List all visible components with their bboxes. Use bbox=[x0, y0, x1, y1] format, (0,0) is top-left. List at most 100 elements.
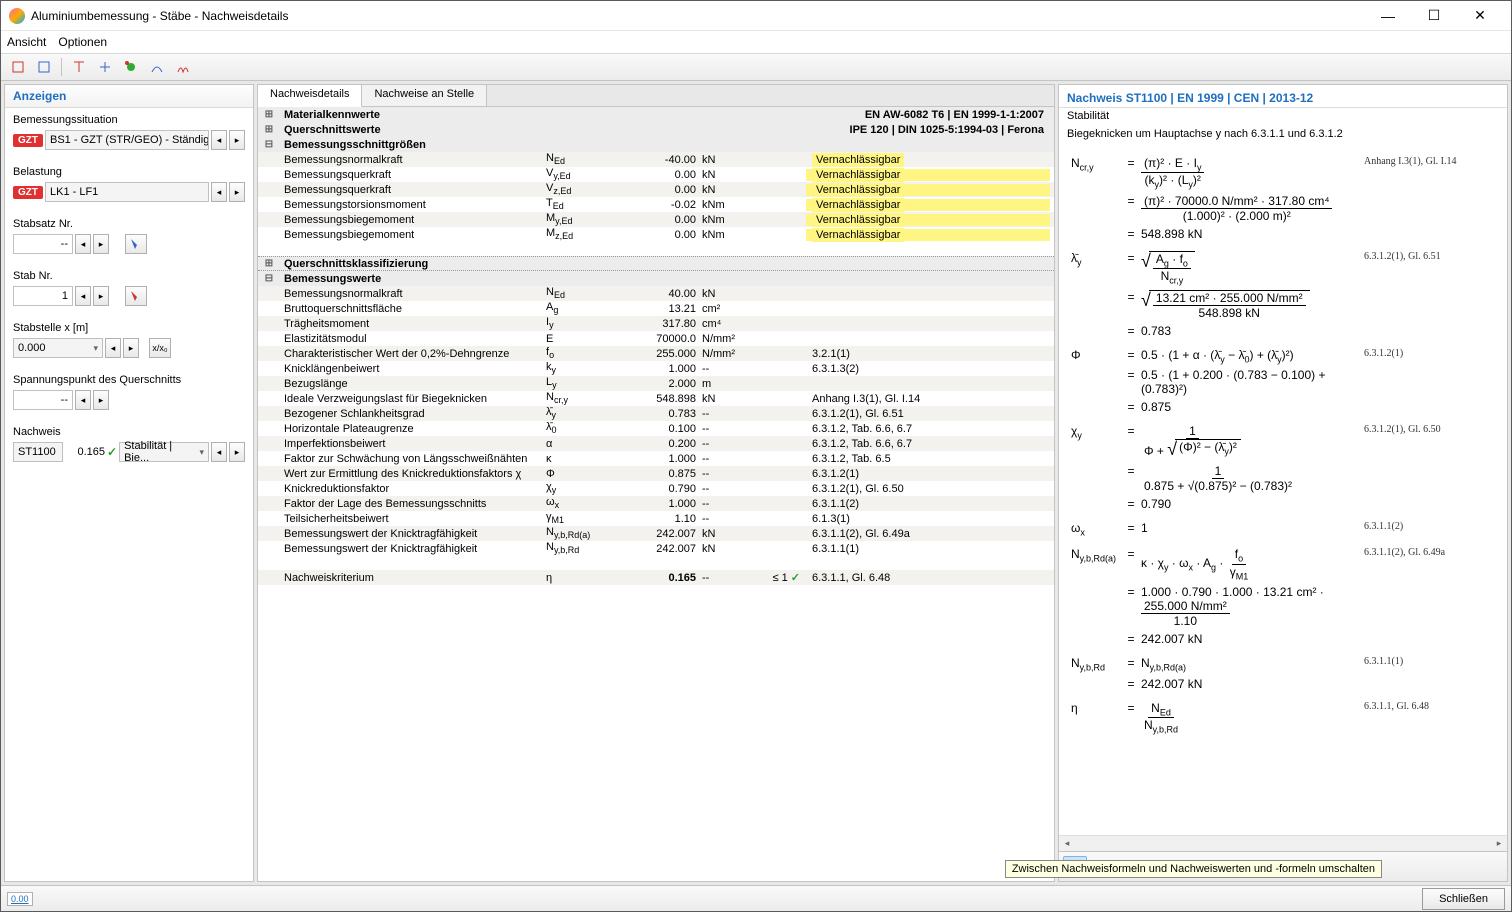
app-icon bbox=[9, 8, 25, 24]
middle-panel: Nachweisdetails Nachweise an Stelle ⊞Mat… bbox=[257, 84, 1055, 882]
equations: Ncr,y= (π)² · E · Iy(ky)² · (Ly)² Anhang… bbox=[1059, 146, 1507, 835]
memberset-prev[interactable]: ◂ bbox=[75, 234, 91, 254]
close-button[interactable]: ✕ bbox=[1457, 1, 1503, 31]
details-table: ⊞MaterialkennwerteEN AW-6082 T6 | EN 199… bbox=[258, 107, 1054, 881]
stress-value[interactable]: -- bbox=[13, 390, 73, 410]
left-panel: Anzeigen Bemessungssituation GZT BS1 - G… bbox=[4, 84, 254, 882]
table-row: BemessungsnormalkraftNEd40.00kN bbox=[258, 286, 1054, 301]
tool-1[interactable] bbox=[6, 56, 30, 78]
tool-2[interactable] bbox=[32, 56, 56, 78]
check-id[interactable]: ST1100 bbox=[13, 442, 63, 462]
table-row: BemessungsquerkraftVz,Ed0.00kNVernachläs… bbox=[258, 182, 1054, 197]
member-prev[interactable]: ◂ bbox=[75, 286, 91, 306]
x-prev[interactable]: ◂ bbox=[105, 338, 121, 358]
expand-icon[interactable]: ⊞ bbox=[262, 124, 276, 135]
table-row: TrägheitsmomentIy317.80cm⁴ bbox=[258, 316, 1054, 331]
table-row: ElastizitätsmodulE70000.0N/mm² bbox=[258, 331, 1054, 346]
table-row: Bemessungswert der KnicktragfähigkeitNy,… bbox=[258, 526, 1054, 541]
table-row: BruttoquerschnittsflächeAg13.21cm² bbox=[258, 301, 1054, 316]
table-row: BemessungsnormalkraftNEd-40.00kNVernachl… bbox=[258, 152, 1054, 167]
memberset-pick-icon[interactable] bbox=[125, 234, 147, 254]
ds-field[interactable]: BS1 - GZT (STR/GEO) - Ständig ... bbox=[45, 130, 209, 150]
tool-3[interactable] bbox=[67, 56, 91, 78]
table-row: Bezogener Schlankheitsgradλ̄y0.783--6.3.… bbox=[258, 406, 1054, 421]
tool-6[interactable] bbox=[145, 56, 169, 78]
tool-7[interactable] bbox=[171, 56, 195, 78]
x-next[interactable]: ▸ bbox=[123, 338, 139, 358]
table-row: TeilsicherheitsbeiwertγM11.10--6.1.3(1) bbox=[258, 511, 1054, 526]
right-hscroll[interactable]: ◂▸ bbox=[1059, 835, 1507, 851]
titlebar: Aluminiumbemessung - Stäbe - Nachweisdet… bbox=[1, 1, 1511, 31]
window-title: Aluminiumbemessung - Stäbe - Nachweisdet… bbox=[31, 9, 1365, 23]
expand-icon[interactable]: ⊞ bbox=[262, 258, 276, 269]
stresspoint-label: Spannungspunkt des Querschnitts bbox=[13, 374, 245, 386]
statusbar: 0.00 Schließen bbox=[1, 885, 1511, 911]
stress-prev[interactable]: ◂ bbox=[75, 390, 91, 410]
tab-checks-at-location[interactable]: Nachweise an Stelle bbox=[362, 85, 487, 106]
member-pick-icon[interactable] bbox=[125, 286, 147, 306]
table-row: BemessungsbiegemomentMy,Ed0.00kNmVernach… bbox=[258, 212, 1054, 227]
menu-view[interactable]: Ansicht bbox=[7, 35, 46, 49]
table-row: Knickreduktionsfaktorχy0.790--6.3.1.2(1)… bbox=[258, 481, 1054, 496]
load-field[interactable]: LK1 - LF1 bbox=[45, 182, 209, 202]
table-row: Faktor der Lage des Bemessungsschnittsωx… bbox=[258, 496, 1054, 511]
minimize-button[interactable]: — bbox=[1365, 1, 1411, 31]
memberset-value[interactable]: -- bbox=[13, 234, 73, 254]
x-value[interactable]: 0.000 bbox=[13, 338, 103, 358]
close-dialog-button[interactable]: Schließen bbox=[1422, 888, 1505, 910]
expand-icon[interactable]: ⊞ bbox=[262, 109, 276, 120]
collapse-icon[interactable]: ⊟ bbox=[262, 139, 276, 150]
check-label: Nachweis bbox=[13, 426, 245, 438]
ds-badge: GZT bbox=[13, 134, 43, 147]
ds-prev[interactable]: ◂ bbox=[211, 130, 227, 150]
loading-label: Belastung bbox=[13, 166, 245, 178]
table-row: BemessungstorsionsmomentTEd-0.02kNmVerna… bbox=[258, 197, 1054, 212]
table-row: Ideale Verzweigungslast für Biegeknicken… bbox=[258, 391, 1054, 406]
member-label: Stab Nr. bbox=[13, 270, 245, 282]
table-row: Knicklängenbeiwertky1.000--6.3.1.3(2) bbox=[258, 361, 1054, 376]
right-header: Nachweis ST1100 | EN 1999 | CEN | 2013-1… bbox=[1059, 85, 1507, 108]
right-sub1: Stabilität bbox=[1059, 108, 1507, 128]
tool-4[interactable] bbox=[93, 56, 117, 78]
load-badge: GZT bbox=[13, 186, 43, 199]
check-ok-icon: ✓ bbox=[107, 445, 117, 459]
check-prev[interactable]: ◂ bbox=[211, 442, 227, 462]
toolbar bbox=[1, 53, 1511, 81]
x-reset-icon[interactable]: x/x₀ bbox=[149, 338, 171, 358]
table-row: Charakteristischer Wert der 0,2%-Dehngre… bbox=[258, 346, 1054, 361]
table-row: Faktor zur Schwächung von Längsschweißnä… bbox=[258, 451, 1054, 466]
status-precision[interactable]: 0.00 bbox=[7, 892, 33, 906]
criterion-row: Nachweiskriterium η 0.165 -- ≤ 1 ✓ 6.3.1… bbox=[258, 570, 1054, 585]
tab-details[interactable]: Nachweisdetails bbox=[258, 85, 362, 107]
x-label: Stabstelle x [m] bbox=[13, 322, 245, 334]
member-next[interactable]: ▸ bbox=[93, 286, 109, 306]
check-next[interactable]: ▸ bbox=[229, 442, 245, 462]
member-value[interactable]: 1 bbox=[13, 286, 73, 306]
memberset-next[interactable]: ▸ bbox=[93, 234, 109, 254]
check-name[interactable]: Stabilität | Bie... bbox=[119, 442, 209, 462]
table-row: Imperfektionsbeiwertα0.200--6.3.1.2, Tab… bbox=[258, 436, 1054, 451]
table-row: Bemessungswert der KnicktragfähigkeitNy,… bbox=[258, 541, 1054, 556]
check-ok-icon: ✓ bbox=[791, 572, 800, 584]
table-row: BemessungsbiegemomentMz,Ed0.00kNmVernach… bbox=[258, 227, 1054, 242]
table-row: Horizontale Plateaugrenzeλ̄00.100--6.3.1… bbox=[258, 421, 1054, 436]
maximize-button[interactable]: ☐ bbox=[1411, 1, 1457, 31]
stress-next[interactable]: ▸ bbox=[93, 390, 109, 410]
tooltip: Zwischen Nachweisformeln und Nachweiswer… bbox=[1005, 860, 1382, 878]
menubar: Ansicht Optionen bbox=[1, 31, 1511, 53]
right-panel: Nachweis ST1100 | EN 1999 | CEN | 2013-1… bbox=[1058, 84, 1508, 882]
memberset-label: Stabsatz Nr. bbox=[13, 218, 245, 230]
right-sub2: Biegeknicken um Hauptachse y nach 6.3.1.… bbox=[1059, 128, 1507, 146]
tool-5[interactable] bbox=[119, 56, 143, 78]
collapse-icon[interactable]: ⊟ bbox=[262, 273, 276, 284]
table-row: Wert zur Ermittlung des Knickreduktionsf… bbox=[258, 466, 1054, 481]
left-header: Anzeigen bbox=[5, 85, 253, 108]
ds-next[interactable]: ▸ bbox=[229, 130, 245, 150]
menu-options[interactable]: Optionen bbox=[58, 35, 107, 49]
design-situation-label: Bemessungssituation bbox=[13, 114, 245, 126]
load-next[interactable]: ▸ bbox=[229, 182, 245, 202]
table-row: BezugslängeLy2.000m bbox=[258, 376, 1054, 391]
table-row: BemessungsquerkraftVy,Ed0.00kNVernachläs… bbox=[258, 167, 1054, 182]
load-prev[interactable]: ◂ bbox=[211, 182, 227, 202]
check-ratio: 0.165 bbox=[65, 446, 105, 458]
